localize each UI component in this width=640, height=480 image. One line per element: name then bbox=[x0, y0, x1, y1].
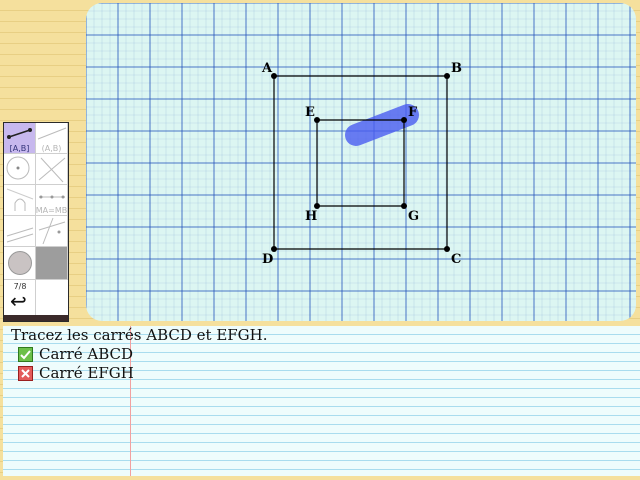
instruction-panel: Tracez les carrés ABCD et EFGH. Carré AB… bbox=[3, 326, 640, 476]
task-square-abcd: Carré ABCD bbox=[18, 345, 133, 364]
undo-arrow-icon[interactable]: ↩ bbox=[10, 291, 27, 311]
cross-icon bbox=[18, 366, 33, 381]
task-label: Carré ABCD bbox=[39, 345, 134, 363]
line-icon bbox=[37, 127, 67, 140]
geometry-figure[interactable]: A B C D E F G H bbox=[86, 3, 636, 321]
tool-palette: [A,B] (A,B) MA=MB 7/8 ↩ bbox=[3, 122, 69, 322]
perpendicular-tool-button[interactable] bbox=[4, 216, 36, 247]
drawing-canvas[interactable]: A B C D E F G H bbox=[86, 3, 636, 321]
task-label: Carré EFGH bbox=[39, 364, 134, 382]
point-f bbox=[401, 117, 407, 123]
line-tool-label: (A,B) bbox=[41, 144, 62, 153]
color-tool-button[interactable] bbox=[4, 247, 36, 280]
point-label-e: E bbox=[305, 105, 315, 120]
task-square-efgh: Carré EFGH bbox=[18, 364, 134, 383]
palette-footer bbox=[4, 315, 68, 321]
point-b bbox=[444, 73, 450, 79]
gray-tool-button[interactable] bbox=[36, 247, 68, 280]
line-tool-button[interactable]: (A,B) bbox=[36, 123, 68, 154]
circle-tool-button[interactable] bbox=[4, 154, 36, 185]
midpoint-tool-label: MA=MB bbox=[35, 206, 68, 215]
point-label-g: G bbox=[408, 209, 419, 224]
point-label-d: D bbox=[262, 252, 273, 267]
circle-icon bbox=[6, 156, 30, 180]
segment-tool-button[interactable]: [A,B] bbox=[4, 123, 36, 154]
midpoint-icon bbox=[39, 195, 65, 199]
segment-icon bbox=[7, 128, 32, 139]
midpoint-tool-button[interactable]: MA=MB bbox=[36, 185, 68, 216]
drawing-highlight bbox=[345, 104, 419, 146]
point-label-b: B bbox=[451, 61, 462, 76]
intersecting-lines-icon bbox=[38, 157, 66, 183]
undo-control[interactable]: 7/8 ↩ bbox=[4, 280, 36, 315]
arc-icon bbox=[6, 188, 34, 211]
lines-tool-button[interactable] bbox=[36, 154, 68, 185]
perpendicular-icon bbox=[6, 227, 34, 243]
point-label-f: F bbox=[408, 105, 418, 120]
point-label-h: H bbox=[305, 209, 317, 224]
point-label-a: A bbox=[261, 61, 273, 76]
point-g bbox=[401, 203, 407, 209]
segment-tool-label: [A,B] bbox=[9, 144, 30, 153]
arc-tool-button[interactable] bbox=[4, 185, 36, 216]
point-c bbox=[444, 246, 450, 252]
parallel-icon bbox=[38, 217, 66, 245]
instruction-prompt: Tracez les carrés ABCD et EFGH. bbox=[11, 326, 268, 344]
color-swatch-icon bbox=[8, 251, 32, 275]
parallel-tool-button[interactable] bbox=[36, 216, 68, 247]
point-label-c: C bbox=[451, 252, 461, 267]
check-icon bbox=[18, 347, 33, 362]
